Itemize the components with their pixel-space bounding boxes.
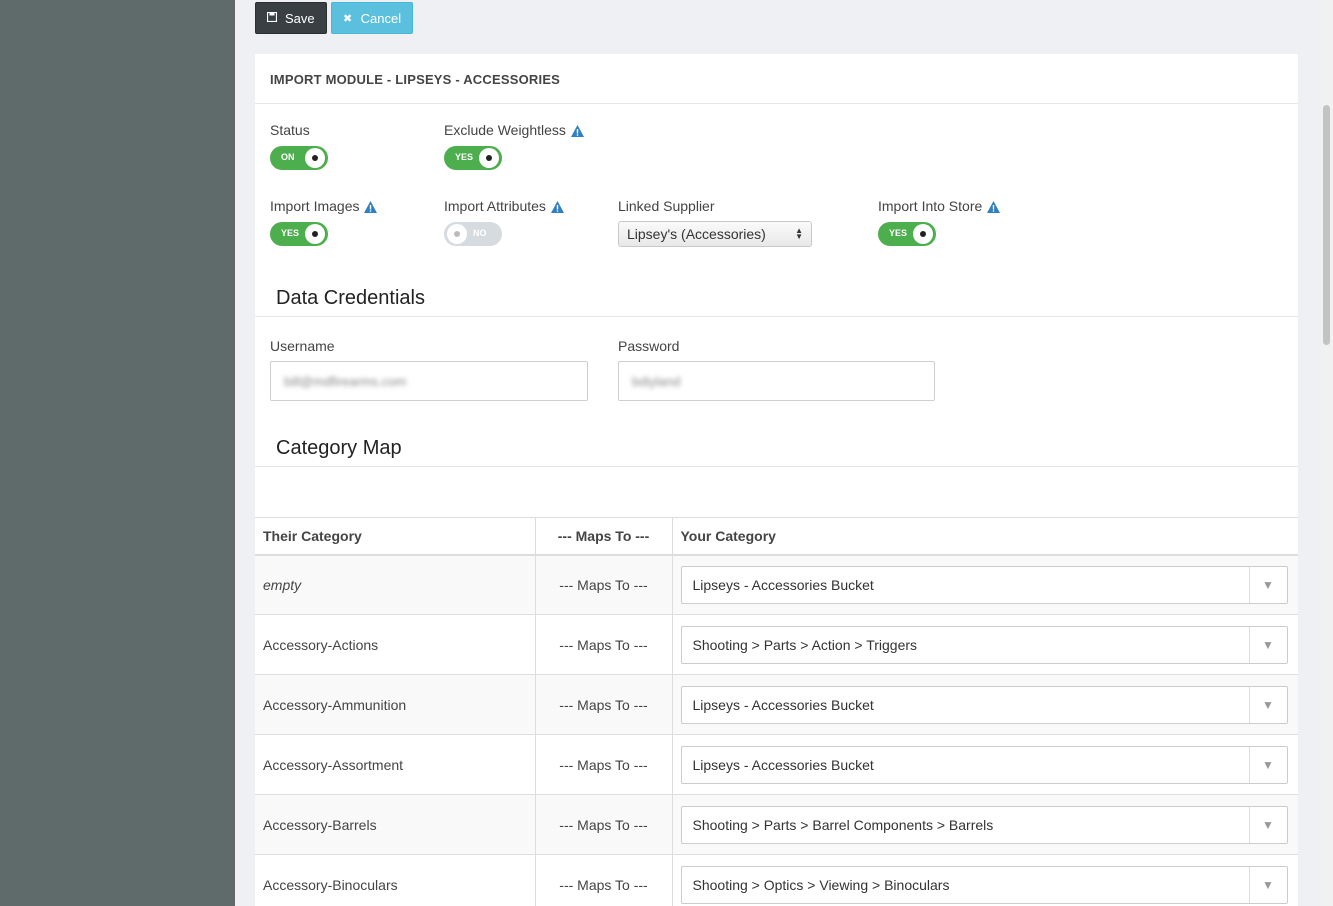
password-field: Password bdiyland: [618, 338, 935, 401]
dropdown-arrow-icon: ▼: [1248, 686, 1287, 723]
their-category-cell: Accessory-Actions: [255, 614, 536, 675]
linked-supplier-select[interactable]: Lipsey's (Accessories) ▲ ▼: [618, 221, 812, 247]
import-module-panel: IMPORT MODULE - LIPSEYS - ACCESSORIES St…: [255, 54, 1298, 906]
their-category-cell: Accessory-Assortment: [255, 734, 536, 795]
maps-to-cell: --- Maps To ---: [535, 794, 673, 855]
exclude-weightless-label: Exclude Weightless: [444, 122, 566, 138]
cancel-button[interactable]: ✖ Cancel: [330, 2, 414, 34]
table-row: Accessory-Binoculars --- Maps To --- Sho…: [255, 854, 1298, 906]
maps-to-cell: --- Maps To ---: [535, 854, 673, 906]
your-category-header: Your Category: [672, 517, 1298, 556]
password-label: Password: [618, 338, 680, 354]
import-attributes-toggle[interactable]: NO: [444, 222, 502, 246]
your-category-value: Lipseys - Accessories Bucket: [692, 576, 874, 593]
table-row: Accessory-Assortment --- Maps To --- Lip…: [255, 734, 1298, 795]
maps-to-header: --- Maps To ---: [535, 517, 673, 556]
import-images-toggle[interactable]: YES: [270, 222, 328, 246]
maps-to-cell: --- Maps To ---: [535, 554, 673, 615]
table-row: Accessory-Actions --- Maps To --- Shooti…: [255, 614, 1298, 675]
your-category-select[interactable]: Shooting > Parts > Barrel Components > B…: [680, 805, 1288, 844]
info-warning-icon[interactable]: [550, 200, 564, 213]
your-category-value: Lipseys - Accessories Bucket: [692, 756, 874, 773]
username-input[interactable]: bill@mdfirearms.com: [270, 361, 588, 401]
sidebar: [0, 0, 235, 906]
info-warning-icon[interactable]: [364, 200, 378, 213]
your-category-select[interactable]: Lipseys - Accessories Bucket ▼: [680, 745, 1288, 784]
table-row: Accessory-Ammunition --- Maps To --- Lip…: [255, 674, 1298, 735]
your-category-select[interactable]: Lipseys - Accessories Bucket ▼: [680, 685, 1288, 724]
linked-supplier-value: Lipsey's (Accessories): [627, 226, 766, 242]
exclude-weightless-field: Exclude Weightless YES: [444, 122, 584, 170]
table-row: empty --- Maps To --- Lipseys - Accessor…: [255, 554, 1298, 615]
your-category-value: Shooting > Parts > Action > Triggers: [692, 636, 918, 653]
import-into-store-field: Import Into Store YES: [878, 198, 1001, 246]
their-category-cell: Accessory-Barrels: [255, 794, 536, 855]
import-into-store-toggle[interactable]: YES: [878, 222, 936, 246]
password-input[interactable]: bdiyland: [618, 361, 935, 401]
maps-to-cell: --- Maps To ---: [535, 614, 673, 675]
page-scrollbar[interactable]: [1321, 0, 1333, 906]
dropdown-arrow-icon: ▼: [1248, 746, 1287, 783]
maps-to-cell: --- Maps To ---: [535, 674, 673, 735]
their-category-cell: empty: [255, 554, 536, 615]
select-arrows-icon: ▲ ▼: [795, 226, 803, 241]
dropdown-arrow-icon: ▼: [1248, 626, 1287, 663]
import-attributes-toggle-text: NO: [473, 228, 487, 238]
category-map-table: Their Category --- Maps To --- Your Cate…: [255, 517, 1298, 906]
their-category-cell: Accessory-Binoculars: [255, 854, 536, 906]
close-icon: ✖: [343, 12, 353, 25]
toggle-knob: [305, 224, 325, 244]
your-category-select[interactable]: Shooting > Parts > Action > Triggers ▼: [680, 625, 1288, 664]
dropdown-arrow-icon: ▼: [1248, 866, 1287, 903]
dropdown-arrow-icon: ▼: [1248, 806, 1287, 843]
category-map-heading: Category Map: [255, 437, 1298, 467]
exclude-weightless-toggle-text: YES: [455, 152, 474, 162]
status-toggle-text: ON: [281, 152, 295, 162]
table-row: Accessory-Barrels --- Maps To --- Shooti…: [255, 794, 1298, 855]
info-warning-icon[interactable]: [570, 124, 584, 137]
username-value: bill@mdfirearms.com: [284, 373, 407, 389]
data-credentials-heading: Data Credentials: [255, 287, 1298, 317]
your-category-select[interactable]: Lipseys - Accessories Bucket ▼: [680, 565, 1288, 604]
username-label: Username: [270, 338, 335, 354]
toggle-knob: [305, 148, 325, 168]
import-images-field: Import Images YES: [270, 198, 378, 246]
password-value: bdiyland: [632, 373, 681, 389]
import-into-store-label: Import Into Store: [878, 198, 983, 214]
info-warning-icon[interactable]: [987, 200, 1001, 213]
scrollbar-thumb[interactable]: [1323, 105, 1330, 345]
toggle-knob: [913, 224, 933, 244]
your-category-value: Shooting > Parts > Barrel Components > B…: [692, 816, 994, 833]
toggle-knob: [447, 224, 467, 244]
your-category-select[interactable]: Shooting > Optics > Viewing > Binoculars…: [680, 865, 1288, 904]
import-images-label: Import Images: [270, 198, 360, 214]
username-field: Username bill@mdfirearms.com: [270, 338, 588, 401]
your-category-value: Lipseys - Accessories Bucket: [692, 696, 874, 713]
exclude-weightless-toggle[interactable]: YES: [444, 146, 502, 170]
import-images-toggle-text: YES: [281, 228, 300, 238]
their-category-header: Their Category: [255, 517, 536, 556]
import-into-store-toggle-text: YES: [889, 228, 908, 238]
floppy-disk-icon: [266, 11, 278, 25]
import-attributes-label: Import Attributes: [444, 198, 546, 214]
your-category-value: Shooting > Optics > Viewing > Binoculars: [692, 876, 950, 893]
panel-title: IMPORT MODULE - LIPSEYS - ACCESSORIES: [255, 54, 1298, 104]
import-attributes-field: Import Attributes NO: [444, 198, 564, 246]
toggle-knob: [479, 148, 499, 168]
status-toggle[interactable]: ON: [270, 146, 328, 170]
dropdown-arrow-icon: ▼: [1248, 566, 1287, 603]
linked-supplier-label: Linked Supplier: [618, 198, 715, 214]
maps-to-cell: --- Maps To ---: [535, 734, 673, 795]
linked-supplier-field: Linked Supplier Lipsey's (Accessories) ▲…: [618, 198, 812, 247]
save-button-label: Save: [285, 10, 315, 26]
status-label: Status: [270, 122, 310, 138]
cancel-button-label: Cancel: [360, 10, 402, 26]
toolbar: Save ✖ Cancel: [255, 2, 414, 34]
status-field: Status ON: [270, 122, 328, 170]
save-button[interactable]: Save: [255, 2, 327, 34]
their-category-cell: Accessory-Ammunition: [255, 674, 536, 735]
